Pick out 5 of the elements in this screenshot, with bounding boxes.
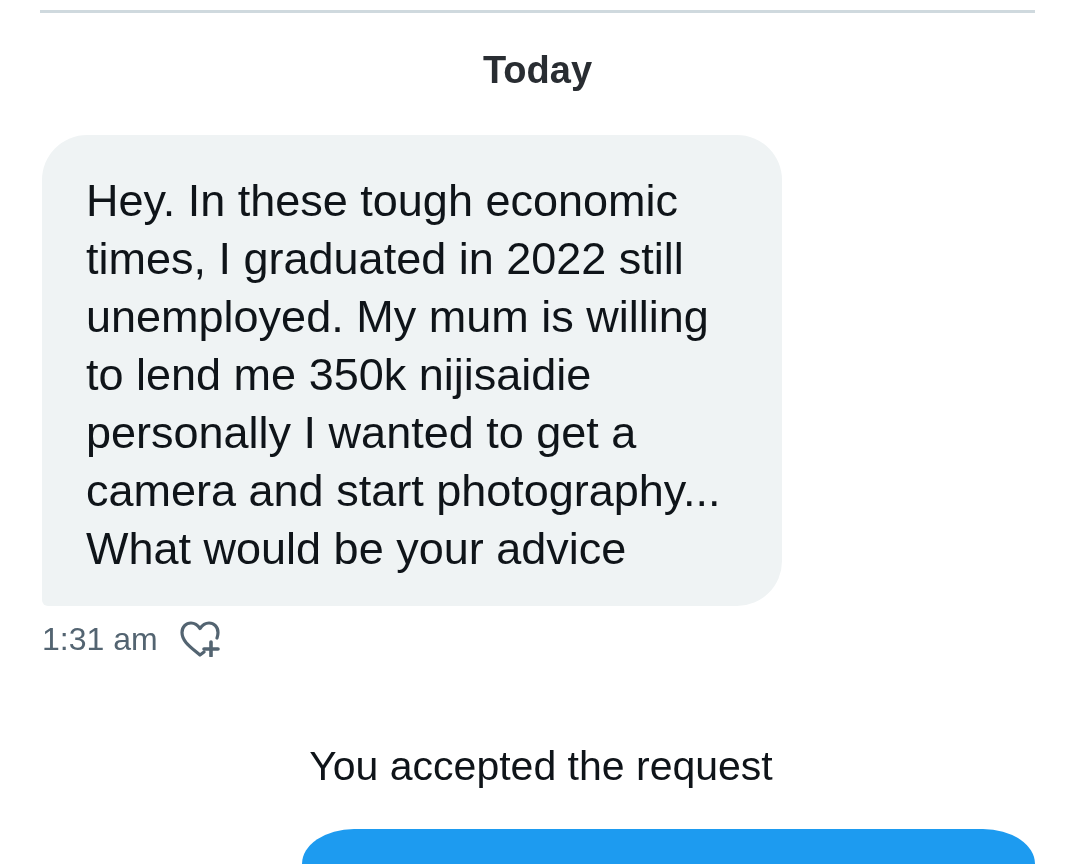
message-text: Hey. In these tough economic times, I graduated in 2022 still unemployed. My mum is willing to lend me 350k nijisaidie personally I wanted to get a camera and start photography... What would be your advice <box>86 174 722 576</box>
request-accepted-notice: You accepted the request <box>308 744 773 788</box>
date-separator: Today <box>482 48 593 92</box>
message-time: 1:31 am <box>42 621 158 657</box>
heart-plus-icon[interactable] <box>179 621 220 657</box>
